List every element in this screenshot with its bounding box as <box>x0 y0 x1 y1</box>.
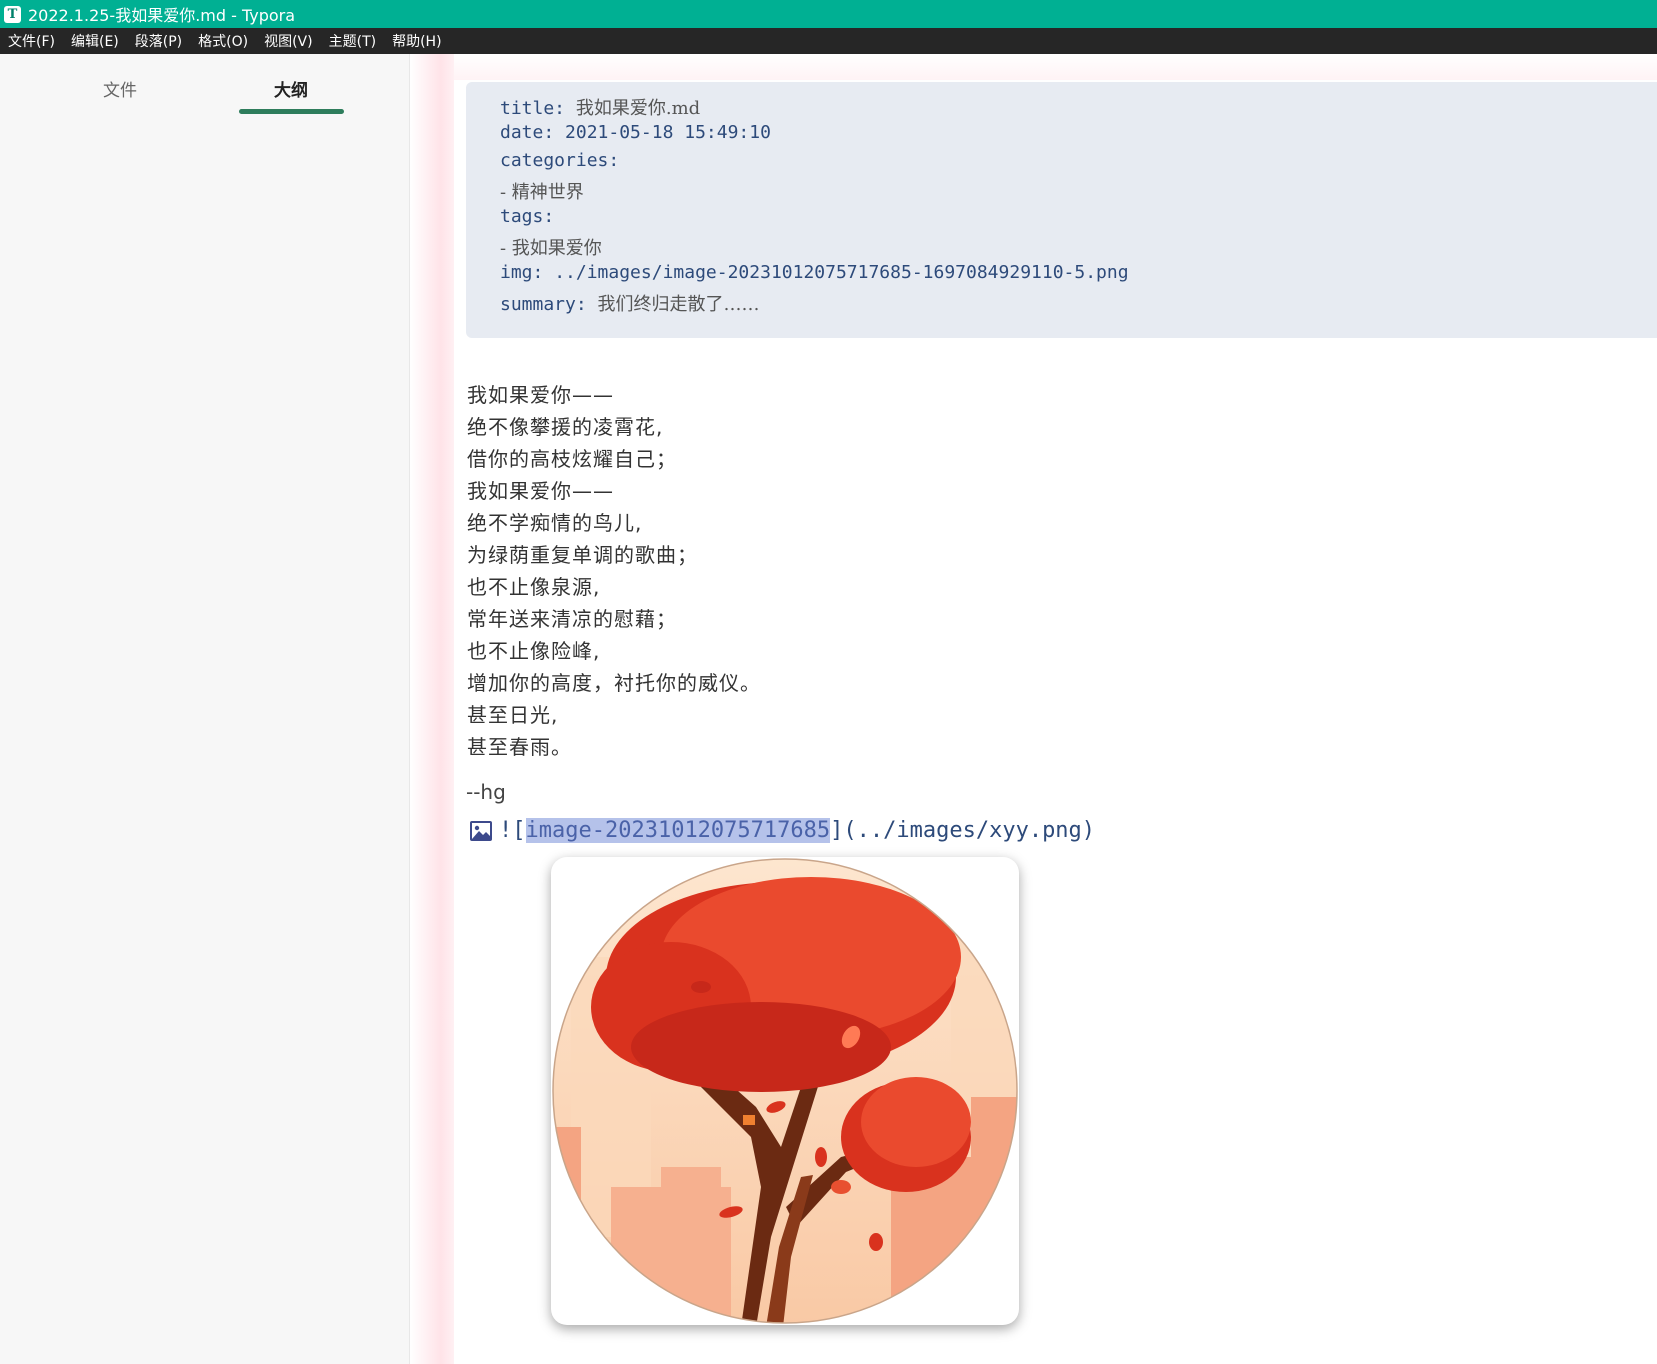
image-alt-text-selected[interactable]: image-20231012075717685 <box>525 818 831 843</box>
editor-gutter <box>410 54 454 1364</box>
fm-tag-value: - 我如果爱你 <box>500 238 602 259</box>
poem-line: 我如果爱你—— <box>467 479 614 503</box>
fm-summary-value: 我们终归走散了…… <box>597 294 760 315</box>
fm-title-value: 我如果爱你.md <box>575 98 701 119</box>
poem-line: 绝不学痴情的鸟儿, <box>467 511 643 535</box>
poem-line: 也不止像险峰, <box>467 639 601 663</box>
fm-title-key: title: <box>500 98 566 119</box>
fm-date-key: date: <box>500 122 555 143</box>
tab-files[interactable]: 文件 <box>65 76 175 101</box>
fm-category-value: - 精神世界 <box>500 182 584 203</box>
menu-paragraph[interactable]: 段落(P) <box>127 31 190 51</box>
front-matter-block[interactable]: title: 我如果爱你.md date: 2021-05-18 15:49:1… <box>466 82 1657 338</box>
editor-area[interactable]: title: 我如果爱你.md date: 2021-05-18 15:49:1… <box>454 54 1657 1364</box>
poem-line: 常年送来清凉的慰藉； <box>467 607 677 631</box>
fm-tags-key: tags: <box>500 206 555 227</box>
fm-categories-key: categories: <box>500 150 620 171</box>
poem-line: 绝不像攀援的凌霄花, <box>467 415 664 439</box>
image-icon <box>470 820 492 841</box>
fm-date-line: date: 2021-05-18 15:49:10 <box>500 122 771 143</box>
signature[interactable]: --hg <box>466 780 506 804</box>
poem-line: 为绿荫重复单调的歌曲； <box>467 543 698 567</box>
menu-format[interactable]: 格式(O) <box>190 31 256 51</box>
fm-tag-item: - 我如果爱你 <box>500 234 602 260</box>
typora-app-icon: T <box>4 5 21 23</box>
fm-tags-line: tags: <box>500 206 554 227</box>
window-titlebar: T 2022.1.25-我如果爱你.md - Typora <box>0 0 1657 28</box>
poem-line: 甚至春雨。 <box>467 735 572 759</box>
editor-top-fade <box>454 54 1657 80</box>
red-tree-illustration <box>552 858 1018 1324</box>
fm-img-key: img: <box>500 262 544 283</box>
embedded-image[interactable] <box>551 857 1019 1325</box>
fm-summary-key: summary: <box>500 294 587 315</box>
fm-date-value: 2021-05-18 15:49:10 <box>565 122 771 143</box>
menu-edit[interactable]: 编辑(E) <box>63 31 127 51</box>
poem-paragraph[interactable]: 我如果爱你—— 绝不像攀援的凌霄花, 借你的高枝炫耀自己； 我如果爱你—— 绝不… <box>467 379 761 763</box>
poem-line: 借你的高枝炫耀自己； <box>467 447 677 471</box>
menu-help[interactable]: 帮助(H) <box>384 31 449 51</box>
poem-line: 也不止像泉源, <box>467 575 601 599</box>
poem-line: 甚至日光, <box>467 703 559 727</box>
fm-img-value: ../images/image-20231012075717685-169708… <box>554 262 1129 283</box>
fm-categories-line: categories: <box>500 150 619 171</box>
image-md-suffix: ](../images/xyy.png) <box>830 818 1096 843</box>
window-title: 2022.1.25-我如果爱你.md - Typora <box>28 6 296 25</box>
poem-line: 增加你的高度，衬托你的威仪。 <box>467 671 761 695</box>
fm-img-line: img: ../images/image-20231012075717685-1… <box>500 262 1129 283</box>
sidebar: 文件 大纲 <box>0 54 410 1364</box>
fm-title-line: title: 我如果爱你.md <box>500 94 700 120</box>
menu-theme[interactable]: 主题(T) <box>321 31 384 51</box>
image-markdown-line[interactable]: ![ image-20231012075717685 ](../images/x… <box>469 818 1095 843</box>
menu-view[interactable]: 视图(V) <box>256 31 321 51</box>
tab-outline[interactable]: 大纲 <box>236 76 346 101</box>
poem-line: 我如果爱你—— <box>467 383 614 407</box>
fm-category-item: - 精神世界 <box>500 178 584 204</box>
menubar: 文件(F) 编辑(E) 段落(P) 格式(O) 视图(V) 主题(T) 帮助(H… <box>0 28 1657 54</box>
menu-file[interactable]: 文件(F) <box>0 31 63 51</box>
active-tab-indicator <box>239 109 344 114</box>
image-md-prefix: ![ <box>499 818 526 843</box>
fm-summary-line: summary: 我们终归走散了…… <box>500 290 760 316</box>
